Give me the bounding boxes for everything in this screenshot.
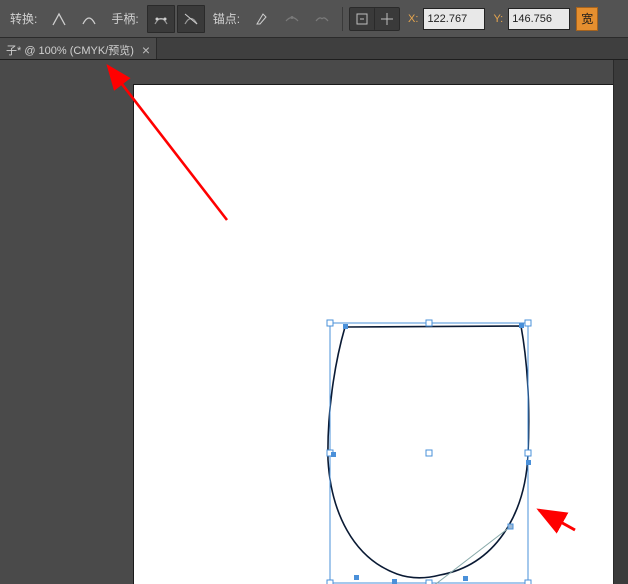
selection-resize-handle[interactable] — [426, 580, 432, 584]
vertical-scrollbar[interactable] — [613, 60, 628, 584]
align-object-button[interactable] — [350, 8, 374, 30]
document-tab-title: 子* @ 100% (CMYK/预览) — [6, 42, 134, 58]
convert-corner-button[interactable] — [45, 5, 73, 33]
handle-mode-b-button[interactable] — [177, 5, 205, 33]
handle-mode-a-button[interactable] — [147, 5, 175, 33]
bezier-handle-end[interactable] — [508, 524, 513, 529]
x-axis-label: X: — [402, 13, 421, 25]
control-bar: 转换: 手柄: 锚点: — [0, 0, 628, 38]
corner-point-icon — [51, 11, 67, 27]
pen-add-icon — [284, 11, 300, 27]
selection-center-handle[interactable] — [426, 450, 432, 456]
selection-resize-handle[interactable] — [327, 580, 333, 584]
handle-label: 手柄: — [105, 10, 144, 27]
x-coordinate-input[interactable] — [423, 8, 485, 30]
handle-show-icon — [153, 11, 169, 27]
canvas[interactable] — [0, 60, 614, 584]
selection-resize-handle[interactable] — [327, 320, 333, 326]
align-center-button[interactable] — [374, 8, 399, 30]
selection-resize-handle[interactable] — [525, 580, 531, 584]
close-document-button[interactable]: × — [142, 45, 150, 55]
anchor-add-button[interactable] — [278, 5, 306, 33]
document-tab[interactable]: 子* @ 100% (CMYK/预览) × — [0, 38, 157, 59]
vector-artwork[interactable] — [0, 60, 614, 584]
width-button-label: 宽 — [581, 10, 593, 27]
document-tab-strip: 子* @ 100% (CMYK/预览) × — [0, 38, 628, 60]
convert-smooth-button[interactable] — [75, 5, 103, 33]
selection-resize-handle[interactable] — [426, 320, 432, 326]
align-reference-group — [349, 7, 400, 31]
smooth-point-icon — [81, 11, 97, 27]
anchor-label: 锚点: — [207, 10, 246, 27]
scissors-icon — [314, 11, 330, 27]
y-axis-label: Y: — [487, 13, 506, 25]
align-center-icon — [380, 12, 394, 26]
pen-minus-icon — [254, 11, 270, 27]
handle-hide-icon — [183, 11, 199, 27]
anchor-remove-button[interactable] — [248, 5, 276, 33]
align-object-icon — [355, 12, 369, 26]
y-coordinate-input[interactable] — [508, 8, 570, 30]
width-button[interactable]: 宽 — [576, 7, 598, 31]
work-area — [0, 60, 628, 584]
anchor-cut-button[interactable] — [308, 5, 336, 33]
selection-handles[interactable] — [327, 320, 531, 584]
selection-resize-handle[interactable] — [525, 450, 531, 456]
selection-resize-handle[interactable] — [525, 320, 531, 326]
toolbar-divider — [342, 7, 343, 31]
convert-label: 转换: — [4, 10, 43, 27]
